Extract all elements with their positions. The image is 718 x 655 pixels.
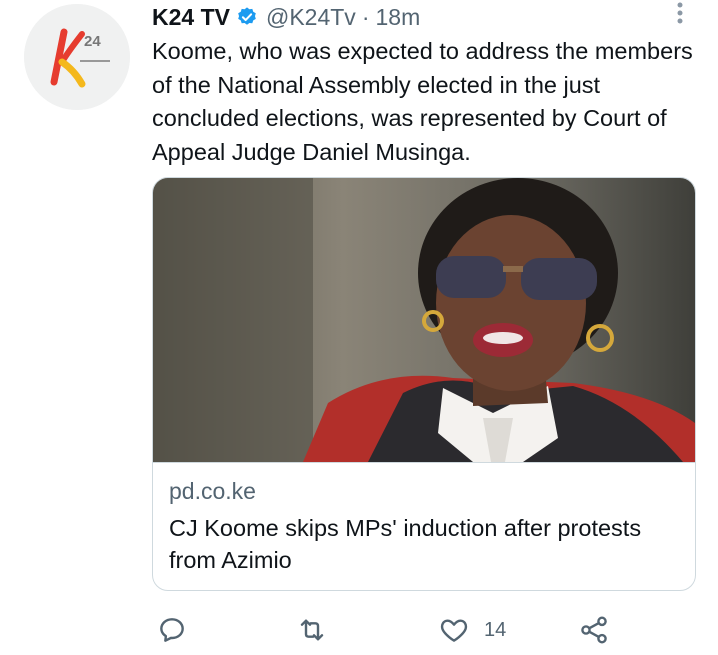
reply-icon xyxy=(160,618,184,642)
retweet-icon xyxy=(300,619,324,641)
k24-logo: 24 xyxy=(24,4,130,110)
logo-text: 24 xyxy=(84,33,101,50)
judge-photo xyxy=(153,178,695,462)
timestamp[interactable]: 18m xyxy=(375,4,420,31)
card-domain[interactable]: pd.co.ke xyxy=(169,478,256,505)
share-icon xyxy=(581,616,607,644)
verified-badge-icon xyxy=(238,7,256,25)
link-card[interactable]: pd.co.ke CJ Koome skips MPs' induction a… xyxy=(152,177,696,591)
display-name[interactable]: K24 TV xyxy=(152,4,230,31)
handle[interactable]: @K24Tv xyxy=(266,4,356,31)
separator: · xyxy=(361,3,370,30)
heart-icon xyxy=(440,619,468,642)
reply-button[interactable] xyxy=(156,610,188,650)
more-options-icon[interactable] xyxy=(670,0,690,30)
like-button[interactable]: 14 xyxy=(438,610,506,650)
tweet-header: K24 TV @K24Tv · 18m xyxy=(152,2,420,32)
tweet-text: Koome, who was expected to address the m… xyxy=(152,38,693,165)
tweet-actions: 14 xyxy=(152,610,652,650)
retweet-button[interactable] xyxy=(296,610,328,650)
card-title[interactable]: CJ Koome skips MPs' induction after prot… xyxy=(169,512,679,576)
avatar[interactable]: 24 xyxy=(24,4,130,110)
like-count: 14 xyxy=(484,618,507,641)
share-button[interactable] xyxy=(578,610,610,650)
card-image[interactable] xyxy=(153,178,695,463)
